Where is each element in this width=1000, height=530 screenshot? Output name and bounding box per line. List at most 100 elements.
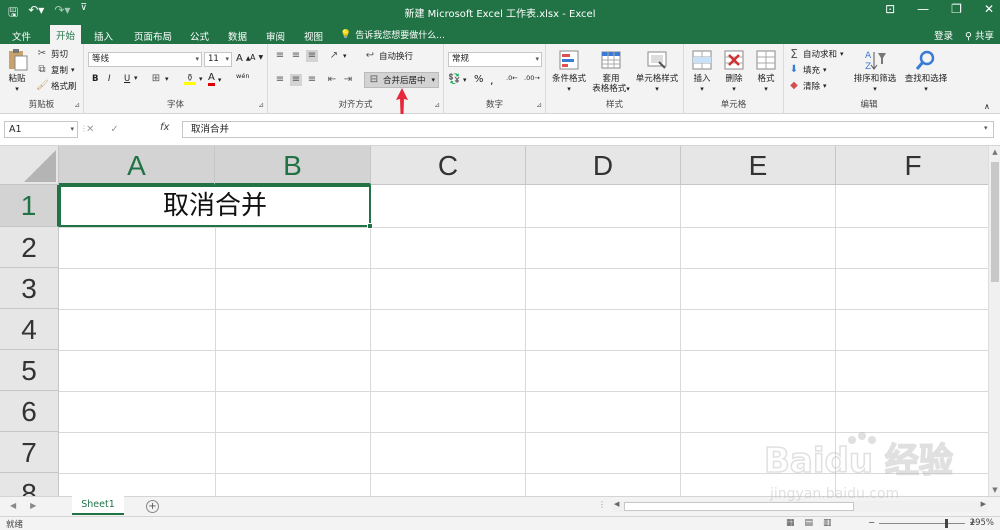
cell-a1-merged[interactable]: 取消合并 bbox=[59, 185, 373, 229]
restore-icon[interactable]: ❐ bbox=[951, 2, 962, 16]
decrease-font-button[interactable]: A ▼ bbox=[250, 53, 263, 62]
copy-button[interactable]: ⧉ 复制 ▾ bbox=[36, 64, 74, 76]
row-header-8[interactable]: 8 bbox=[0, 473, 59, 496]
row-header-2[interactable]: 2 bbox=[0, 227, 59, 268]
number-format-select[interactable]: 常规 ▾ bbox=[448, 52, 542, 67]
next-sheet-icon[interactable]: ▶ bbox=[30, 501, 36, 510]
wrap-text-button[interactable]: ↩ 自动换行 bbox=[364, 50, 413, 62]
tab-view[interactable]: 视图 bbox=[298, 27, 329, 45]
column-header-f[interactable]: F bbox=[836, 146, 988, 185]
tab-insert[interactable]: 插入 bbox=[88, 27, 119, 45]
accounting-format-button[interactable]: 💱 ▾ bbox=[448, 74, 467, 86]
zoom-out-icon[interactable]: − bbox=[868, 518, 875, 528]
cancel-icon[interactable]: ✕ bbox=[86, 124, 94, 135]
alignment-launcher-icon[interactable]: ⊿ bbox=[434, 101, 440, 109]
zoom-knob[interactable] bbox=[945, 518, 949, 528]
tab-file[interactable]: 文件 bbox=[6, 27, 37, 45]
decrease-decimal-button[interactable]: .00→ bbox=[524, 74, 540, 82]
tell-me-box[interactable]: 💡 告诉我您想要做什么... bbox=[340, 28, 445, 42]
prev-sheet-icon[interactable]: ◀ bbox=[10, 501, 16, 510]
align-right-button[interactable]: ≡ bbox=[306, 74, 318, 86]
format-cells-button[interactable]: 格式 ▾ bbox=[752, 48, 780, 94]
increase-font-button[interactable]: A ▲ bbox=[236, 53, 250, 64]
clear-button[interactable]: ◆ 清除 ▾ bbox=[788, 80, 826, 92]
select-all-corner[interactable] bbox=[0, 146, 59, 185]
row-header-7[interactable]: 7 bbox=[0, 432, 59, 473]
scroll-up-icon[interactable]: ▲ bbox=[989, 148, 1000, 156]
name-box[interactable]: A1 ▾ bbox=[4, 121, 78, 138]
row-header-5[interactable]: 5 bbox=[0, 350, 59, 391]
align-top-button[interactable]: ≡ bbox=[274, 50, 286, 62]
close-icon[interactable]: ✕ bbox=[984, 2, 994, 16]
enter-icon[interactable]: ✓ bbox=[110, 124, 118, 135]
align-left-button[interactable]: ≡ bbox=[274, 74, 286, 86]
fill-button[interactable]: ⬇ 填充 ▾ bbox=[788, 64, 827, 76]
expand-formula-icon[interactable]: ▾ bbox=[984, 124, 988, 132]
format-painter-button[interactable]: 🖌 格式刷 bbox=[36, 80, 77, 92]
decrease-indent-button[interactable]: ⇤ bbox=[326, 74, 338, 86]
sort-filter-button[interactable]: AZ 排序和筛选 ▾ bbox=[850, 48, 900, 94]
page-break-view-icon[interactable]: ▥ bbox=[823, 518, 832, 528]
font-size-select[interactable]: 11 ▾ bbox=[204, 52, 232, 67]
percent-button[interactable]: % bbox=[474, 74, 484, 85]
bold-button[interactable]: B bbox=[92, 74, 98, 84]
column-header-d[interactable]: D bbox=[526, 146, 681, 185]
normal-view-icon[interactable]: ▦ bbox=[786, 518, 795, 528]
align-middle-button[interactable]: ≡ bbox=[290, 50, 302, 62]
insert-cells-button[interactable]: 插入 ▾ bbox=[688, 48, 716, 94]
formula-input[interactable]: 取消合并 bbox=[182, 121, 994, 138]
sheet-tab-sheet1[interactable]: Sheet1 bbox=[72, 496, 124, 515]
page-layout-view-icon[interactable]: ▤ bbox=[805, 518, 814, 528]
autosum-button[interactable]: Σ 自动求和 ▾ bbox=[788, 48, 843, 60]
align-center-button[interactable]: ≡ bbox=[290, 74, 302, 86]
ribbon-display-icon[interactable]: ⊡ bbox=[885, 2, 895, 16]
cut-button[interactable]: ✂ 剪切 bbox=[36, 48, 68, 60]
align-bottom-button[interactable]: ≡ bbox=[306, 50, 318, 62]
vertical-scrollbar[interactable]: ▲ ▼ bbox=[988, 146, 1000, 496]
row-header-6[interactable]: 6 bbox=[0, 391, 59, 432]
conditional-formatting-button[interactable]: 条件格式 ▾ bbox=[548, 48, 590, 94]
column-header-b[interactable]: B bbox=[215, 146, 371, 185]
cell-styles-button[interactable]: 单元格样式 ▾ bbox=[632, 48, 682, 94]
underline-button[interactable]: U bbox=[124, 74, 130, 84]
tab-home[interactable]: 开始 bbox=[50, 25, 82, 44]
insert-function-button[interactable]: fx bbox=[160, 122, 169, 133]
format-as-table-button[interactable]: 套用 表格格式▾ bbox=[592, 48, 630, 94]
paste-button[interactable]: 粘贴 ▾ bbox=[4, 48, 30, 94]
row-header-3[interactable]: 3 bbox=[0, 268, 59, 309]
scroll-right-icon[interactable]: ▶ bbox=[981, 500, 986, 508]
add-sheet-button[interactable]: + bbox=[146, 500, 159, 513]
column-header-c[interactable]: C bbox=[371, 146, 526, 185]
fill-color-button[interactable]: ⚱ ▾ bbox=[184, 73, 203, 85]
tab-review[interactable]: 审阅 bbox=[260, 27, 291, 45]
collapse-ribbon-icon[interactable]: ∧ bbox=[984, 102, 990, 111]
zoom-slider[interactable]: − + bbox=[868, 518, 976, 528]
borders-button[interactable]: ⊞ ▾ bbox=[150, 73, 169, 85]
find-select-button[interactable]: 查找和选择 ▾ bbox=[900, 48, 952, 94]
scroll-left-icon[interactable]: ◀ bbox=[614, 500, 619, 508]
share-button[interactable]: ⚲ 共享 bbox=[965, 28, 994, 42]
orientation-button[interactable]: ↗ ▾ bbox=[328, 50, 347, 62]
increase-decimal-button[interactable]: .0← bbox=[506, 74, 518, 82]
tab-data[interactable]: 数据 bbox=[222, 27, 253, 45]
delete-cells-button[interactable]: 删除 ▾ bbox=[720, 48, 748, 94]
font-launcher-icon[interactable]: ⊿ bbox=[258, 101, 264, 109]
font-color-button[interactable]: A ▾ bbox=[208, 73, 221, 86]
number-launcher-icon[interactable]: ⊿ bbox=[536, 101, 542, 109]
zoom-level[interactable]: 295% bbox=[970, 518, 994, 528]
fill-handle[interactable] bbox=[367, 223, 373, 229]
sign-in-link[interactable]: 登录 bbox=[934, 28, 953, 42]
underline-dropdown[interactable]: ▾ bbox=[134, 74, 138, 82]
font-name-select[interactable]: 等线 ▾ bbox=[88, 52, 202, 67]
phonetic-button[interactable]: wén bbox=[236, 72, 249, 80]
clipboard-launcher-icon[interactable]: ⊿ bbox=[74, 101, 80, 109]
column-header-a[interactable]: A bbox=[59, 146, 215, 185]
column-header-e[interactable]: E bbox=[681, 146, 836, 185]
comma-button[interactable]: , bbox=[490, 74, 494, 87]
vertical-scroll-thumb[interactable] bbox=[991, 162, 999, 282]
tab-page-layout[interactable]: 页面布局 bbox=[128, 27, 178, 45]
tab-formulas[interactable]: 公式 bbox=[184, 27, 215, 45]
increase-indent-button[interactable]: ⇥ bbox=[342, 74, 354, 86]
minimize-icon[interactable]: — bbox=[917, 2, 929, 16]
tab-splitter-icon[interactable]: ⋮ bbox=[598, 500, 606, 509]
